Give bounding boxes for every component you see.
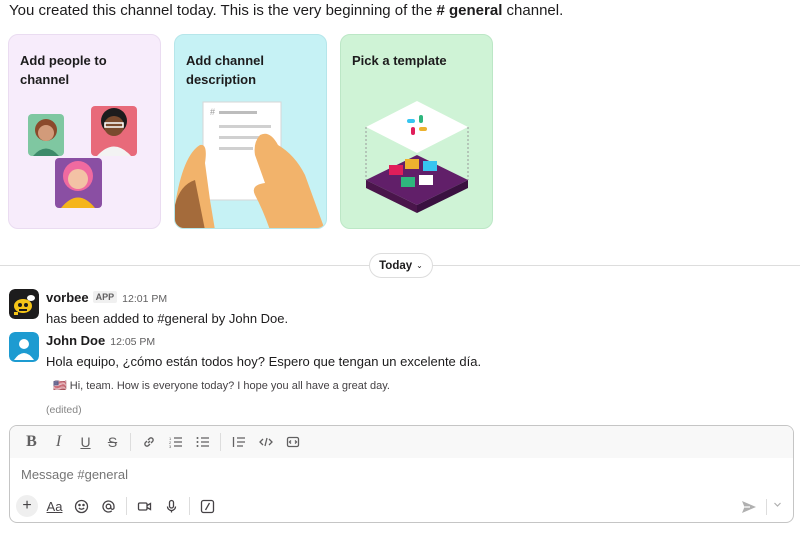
bee-bot-avatar-icon[interactable] xyxy=(9,289,39,319)
mention-icon[interactable] xyxy=(95,494,122,518)
message-composer: B I U S 123 + Aa xyxy=(9,425,794,523)
send-separator xyxy=(766,499,767,515)
formatting-toolbar: B I U S 123 xyxy=(10,426,793,458)
ordered-list-icon[interactable]: 123 xyxy=(162,430,189,454)
us-flag-icon: 🇺🇸 xyxy=(53,380,67,392)
video-icon[interactable] xyxy=(131,494,158,518)
app-badge: APP xyxy=(92,291,118,303)
card-title: Add channel description xyxy=(186,53,265,87)
sender-name[interactable]: vorbee xyxy=(46,290,89,305)
edited-label: (edited) xyxy=(46,404,82,416)
plus-icon[interactable]: + xyxy=(16,495,38,517)
pick-template-card[interactable]: Pick a template xyxy=(340,34,493,229)
default-user-avatar-icon[interactable] xyxy=(9,332,39,362)
message-input[interactable] xyxy=(21,467,721,482)
schedule-send-chevron-icon[interactable] xyxy=(773,500,782,511)
message-text: Hola equipo, ¿cómo están todos hoy? Espe… xyxy=(46,354,482,369)
underline-button[interactable]: U xyxy=(72,430,99,454)
strikethrough-button[interactable]: S xyxy=(99,430,126,454)
intro-channel-name: # general xyxy=(436,2,503,19)
send-icon[interactable] xyxy=(739,497,759,517)
message-time[interactable]: 12:01 PM xyxy=(122,293,167,305)
chevron-down-icon: ⌄ xyxy=(416,261,423,270)
emoji-icon[interactable] xyxy=(68,494,95,518)
add-description-card[interactable]: # Add channel description xyxy=(174,34,327,229)
svg-text:#: # xyxy=(210,107,215,117)
bold-button[interactable]: B xyxy=(18,430,45,454)
channel-intro: You created this channel today. This is … xyxy=(9,2,563,19)
date-divider-today[interactable]: Today ⌄ xyxy=(369,253,433,278)
toolbar-separator xyxy=(189,497,190,515)
bulleted-list-icon[interactable] xyxy=(189,430,216,454)
link-icon[interactable] xyxy=(135,430,162,454)
intro-text-before: You created this channel today. This is … xyxy=(9,2,437,19)
microphone-icon[interactable] xyxy=(158,494,185,518)
translation-text: Hi, team. How is everyone today? I hope … xyxy=(69,380,390,392)
message-body: John Doe 12:05 PM Hola equipo, ¿cómo está… xyxy=(46,332,481,416)
message-translation: 🇺🇸 Hi, team. How is everyone today? I ho… xyxy=(53,379,481,392)
code-block-icon[interactable] xyxy=(279,430,306,454)
card-title: Pick a template xyxy=(352,53,447,68)
svg-text:3: 3 xyxy=(169,444,172,449)
italic-button[interactable]: I xyxy=(45,430,72,454)
blockquote-icon[interactable] xyxy=(225,430,252,454)
card-title: Add people to channel xyxy=(20,53,107,87)
text-format-button[interactable]: Aa xyxy=(41,494,68,518)
message-text: has been added to #general by John Doe. xyxy=(46,311,289,326)
slash-command-icon[interactable] xyxy=(194,494,221,518)
toolbar-separator xyxy=(220,433,221,451)
composer-actions: + Aa xyxy=(16,494,221,518)
add-people-card[interactable]: Add people to channel xyxy=(8,34,161,229)
toolbar-separator xyxy=(126,497,127,515)
onboarding-cards: Add people to channel # Add channel desc… xyxy=(8,34,493,229)
intro-text-after: channel. xyxy=(502,2,564,19)
message-body: vorbee APP 12:01 PM has been added to #gen… xyxy=(46,289,288,326)
sender-name[interactable]: John Doe xyxy=(46,333,105,348)
date-label: Today xyxy=(379,259,413,272)
toolbar-separator xyxy=(130,433,131,451)
message-time[interactable]: 12:05 PM xyxy=(110,336,155,348)
code-icon[interactable] xyxy=(252,430,279,454)
